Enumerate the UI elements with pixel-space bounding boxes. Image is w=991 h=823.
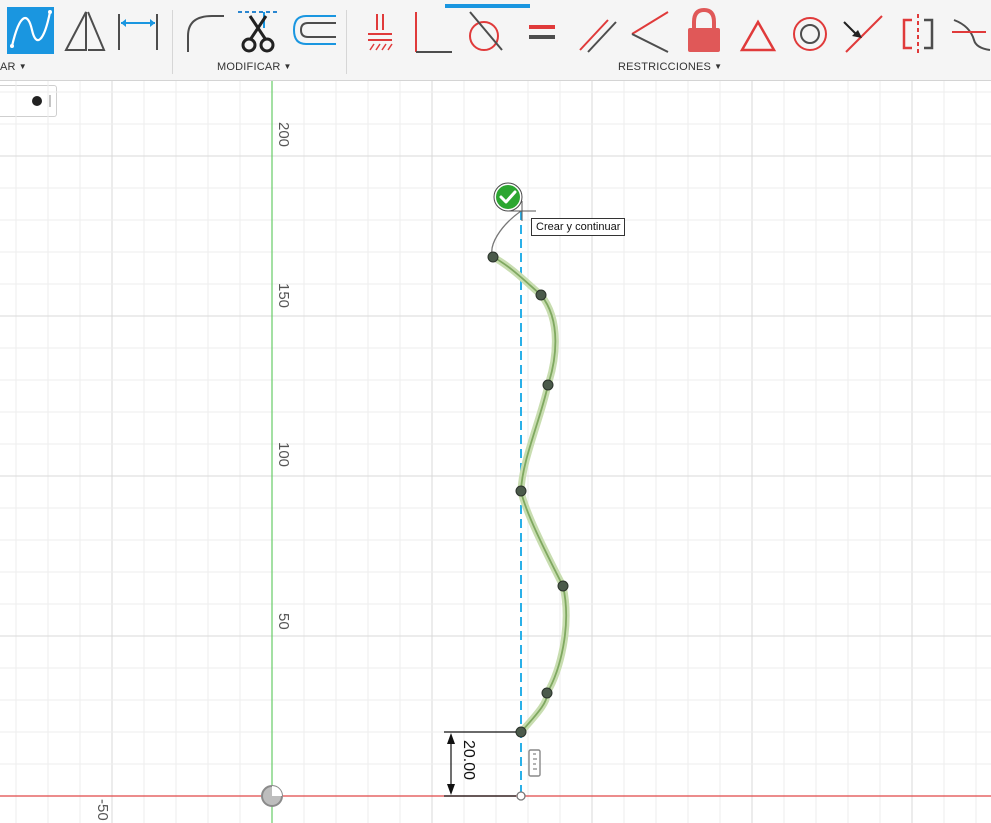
fix-constraint-icon xyxy=(368,14,393,51)
equal-constraint-button[interactable] xyxy=(520,6,566,56)
sketch-dimension-glyph-icon xyxy=(528,749,541,777)
offset-icon xyxy=(292,15,336,45)
trim-tool-button[interactable] xyxy=(236,6,282,56)
lock-icon xyxy=(688,7,720,52)
triangle-constraint-button[interactable] xyxy=(738,6,784,56)
spline-fit-point[interactable] xyxy=(542,379,554,391)
triangle-outline-icon xyxy=(739,19,777,52)
sketch-canvas[interactable] xyxy=(0,81,991,823)
offset-tool-button[interactable] xyxy=(290,6,336,56)
spline-icon xyxy=(7,7,54,54)
group-label-modify[interactable]: MODIFICAR ▼ xyxy=(217,61,292,73)
perpendicular-constraint-button[interactable] xyxy=(408,6,454,56)
axis-label-y200: 200 xyxy=(275,122,292,148)
spline-fit-point[interactable] xyxy=(535,289,547,301)
parallel-icon xyxy=(579,19,617,53)
spline-fit-point[interactable] xyxy=(515,485,527,497)
caret-down-icon: ▼ xyxy=(18,62,27,71)
group-divider xyxy=(346,10,347,74)
triangle-tool-button[interactable] xyxy=(62,6,108,56)
curvature-icon xyxy=(952,19,991,51)
group-label-create[interactable]: AR ▼ xyxy=(0,61,27,73)
midpoint-constraint-button[interactable] xyxy=(842,6,888,56)
spline-curve[interactable] xyxy=(492,256,567,733)
spline-fit-point[interactable] xyxy=(557,580,569,592)
spline-fit-point[interactable] xyxy=(541,687,553,699)
coincident-icon xyxy=(631,11,669,53)
triangle-icon xyxy=(64,11,106,51)
origin-quadrant xyxy=(272,786,282,796)
create-continue-checkmark-icon[interactable] xyxy=(493,182,523,212)
caret-down-icon: ▼ xyxy=(714,62,723,71)
concentric-constraint-button[interactable] xyxy=(790,6,836,56)
fillet-icon xyxy=(187,15,224,52)
axis-label-y100: 100 xyxy=(275,442,292,468)
group-label-constraints[interactable]: RESTRICCIONES ▼ xyxy=(618,61,722,73)
group-divider xyxy=(172,10,173,74)
dimension-icon xyxy=(118,14,158,50)
spline-fit-point[interactable] xyxy=(515,726,527,738)
concentric-icon xyxy=(793,17,827,51)
caret-down-icon: ▼ xyxy=(283,62,292,71)
fix-constraint-button[interactable] xyxy=(358,6,404,56)
tangent-icon xyxy=(469,11,503,51)
parallel-constraint-button[interactable] xyxy=(574,6,620,56)
dimension-tool-button[interactable] xyxy=(116,6,162,56)
axis-label-x-neg50: -50 xyxy=(94,799,111,821)
lock-constraint-button[interactable] xyxy=(684,6,730,56)
perpendicular-icon xyxy=(415,12,452,53)
dimension-value[interactable]: 20.00 xyxy=(459,740,477,780)
coincident-constraint-button[interactable] xyxy=(628,6,674,56)
fillet-tool-button[interactable] xyxy=(182,6,228,56)
axis-label-y50: 50 xyxy=(275,613,292,630)
curvature-constraint-button[interactable] xyxy=(950,6,991,56)
equal-icon xyxy=(529,25,555,39)
line-endpoint[interactable] xyxy=(516,791,526,801)
tangent-constraint-button[interactable] xyxy=(462,6,508,56)
toolbar: AR ▼ MODIFICAR ▼ RESTRICCIONES ▼ xyxy=(0,0,991,81)
symmetry-icon xyxy=(902,14,934,54)
symmetry-constraint-button[interactable] xyxy=(898,6,944,56)
spline-tool-button[interactable] xyxy=(6,6,54,56)
midpoint-icon xyxy=(843,15,883,53)
spline-fit-point[interactable] xyxy=(487,251,499,263)
trim-scissors-icon xyxy=(238,11,280,53)
axis-label-y150: 150 xyxy=(275,283,292,309)
tooltip-create-continue: Crear y continuar xyxy=(531,218,626,236)
